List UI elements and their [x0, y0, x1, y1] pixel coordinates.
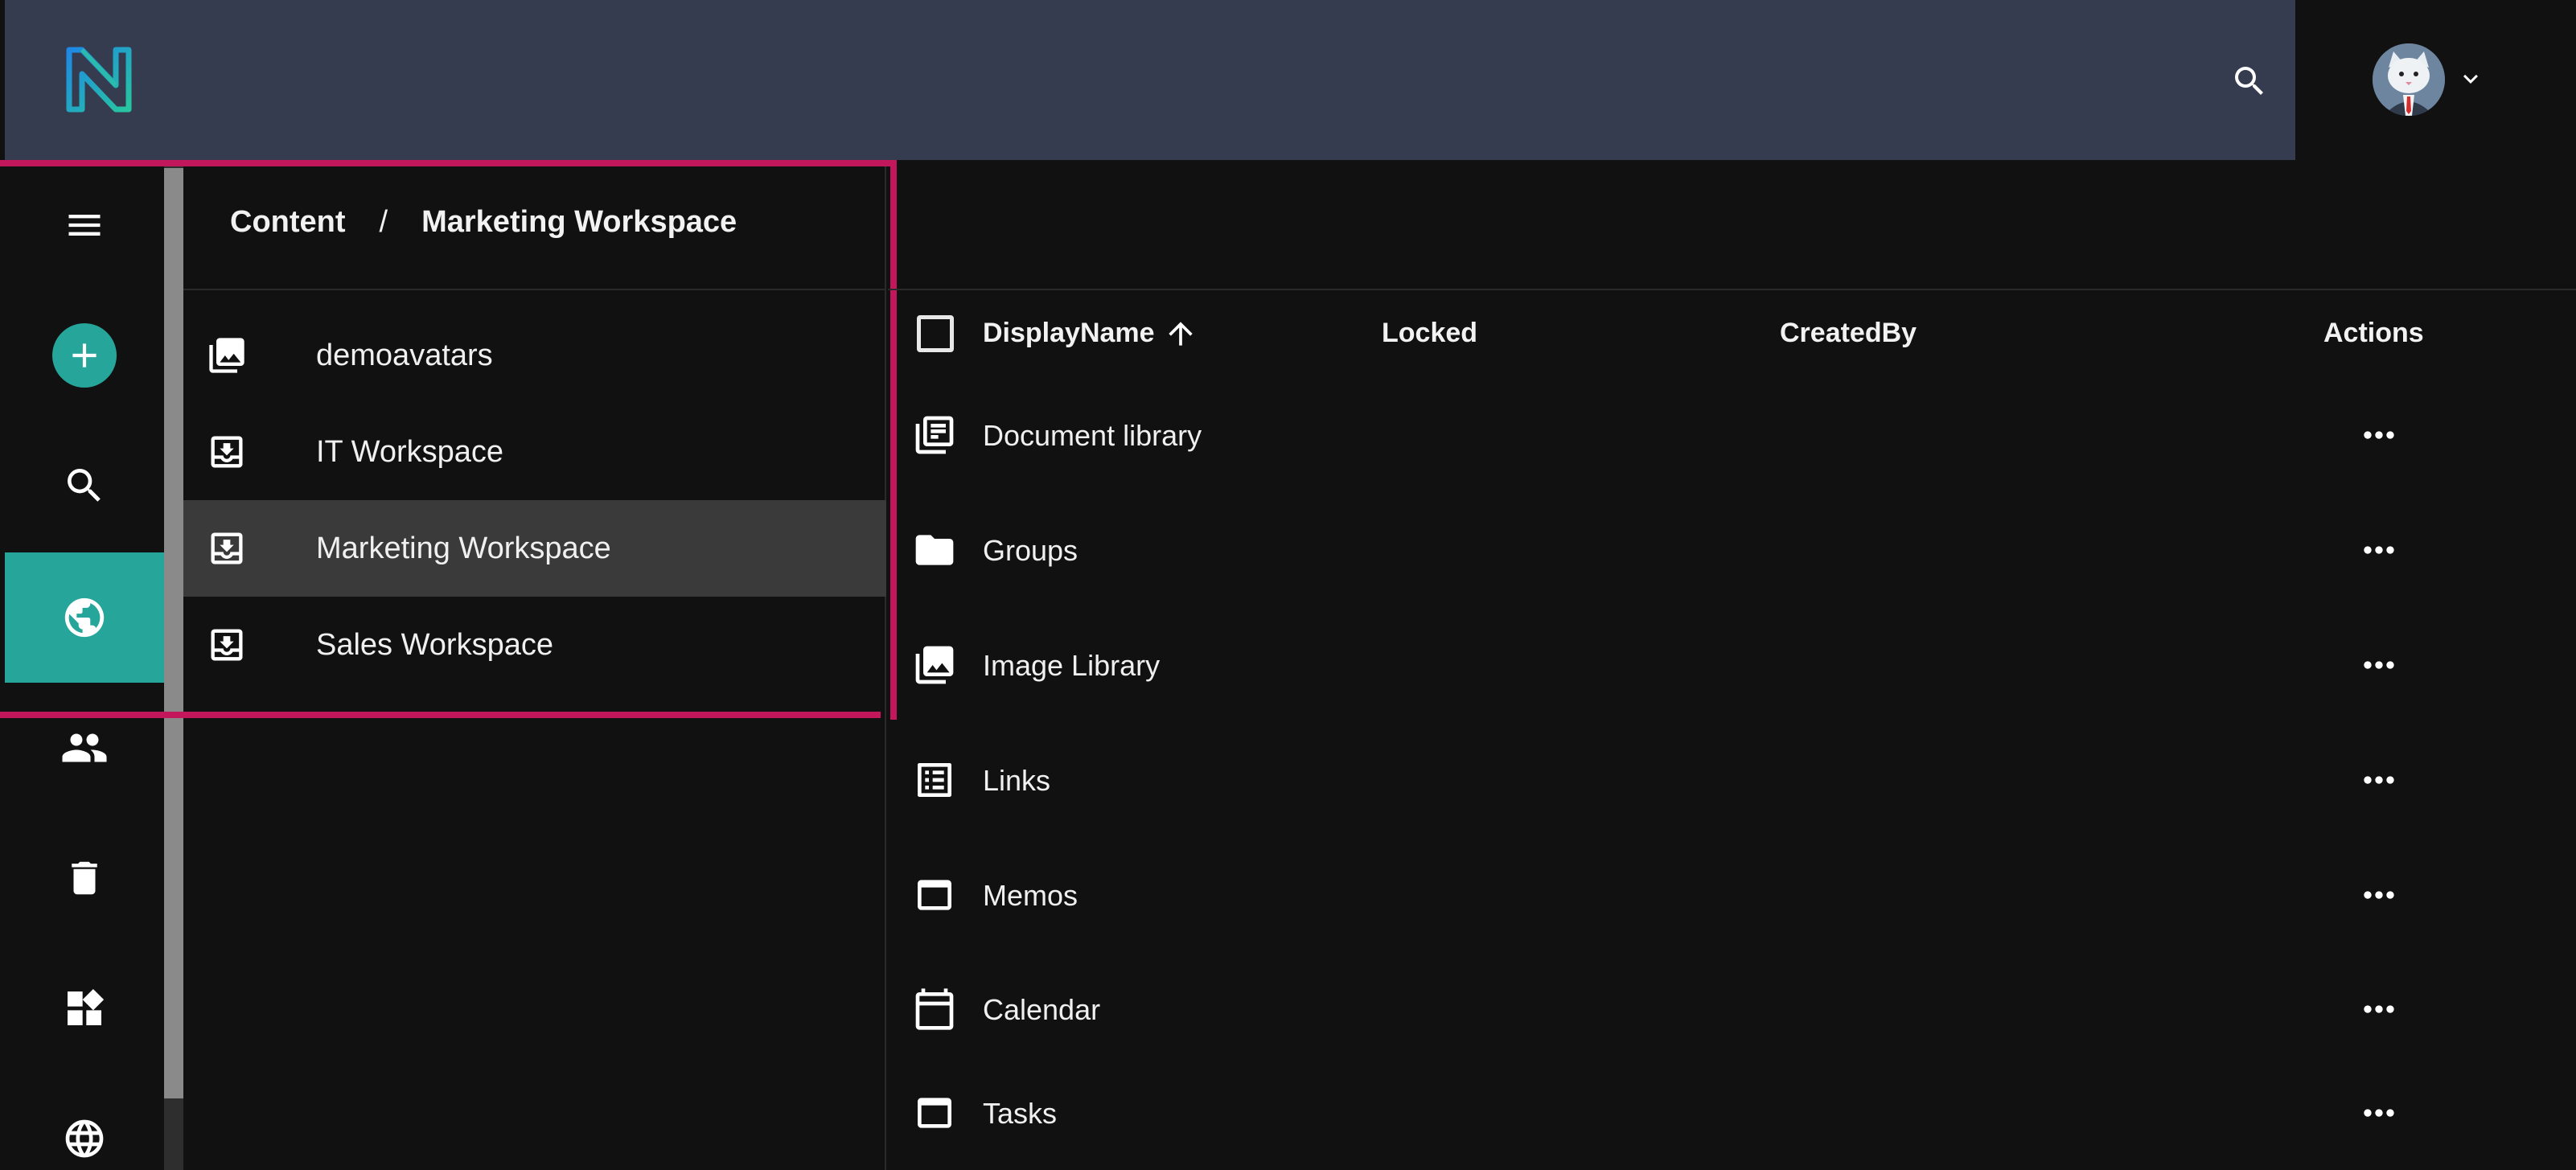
window-icon: [918, 1098, 951, 1128]
rail-apps-button[interactable]: [5, 943, 164, 1074]
chevron-down-icon[interactable]: [2456, 64, 2485, 93]
table-row[interactable]: Links: [888, 720, 2576, 835]
sn-logo-icon[interactable]: [63, 42, 135, 117]
tree-item-label: Marketing Workspace: [316, 531, 611, 565]
menu-button[interactable]: [5, 160, 164, 290]
select-all-checkbox[interactable]: [917, 315, 954, 352]
row-label: Memos: [983, 879, 1078, 912]
row-actions-button[interactable]: [2356, 528, 2401, 573]
rail-search-button[interactable]: [5, 421, 164, 551]
tree-item-label: Sales Workspace: [316, 627, 553, 662]
tree-item-sales-workspace[interactable]: Sales Workspace: [183, 597, 886, 693]
row-actions-button[interactable]: [2356, 757, 2401, 803]
search-icon: [2235, 67, 2263, 95]
divider: [183, 289, 886, 290]
more-horizontal-icon: [2364, 1005, 2394, 1013]
plus-icon: [72, 343, 97, 367]
more-horizontal-icon: [2364, 891, 2394, 899]
divider: [888, 289, 2576, 290]
document-library-icon: [915, 416, 954, 454]
app-root: Content / Marketing Workspace demoavatar…: [0, 0, 2576, 1170]
more-horizontal-icon: [2364, 546, 2394, 554]
table-row[interactable]: Groups: [888, 491, 2576, 605]
tree-item-label: IT Workspace: [316, 434, 504, 469]
row-label: Groups: [983, 534, 1078, 567]
breadcrumb-root[interactable]: Content: [230, 205, 346, 240]
header-search-button[interactable]: [2226, 58, 2273, 105]
row-actions-button[interactable]: [2356, 872, 2401, 918]
row-actions-button[interactable]: [2356, 642, 2401, 688]
row-label: Calendar: [983, 993, 1101, 1026]
breadcrumb: Content / Marketing Workspace: [230, 205, 737, 240]
content-tree-panel: Content / Marketing Workspace demoavatar…: [183, 160, 886, 1170]
column-header-displayname[interactable]: DisplayName: [983, 318, 1155, 349]
globe-icon: [64, 597, 105, 638]
table-row[interactable]: Tasks: [888, 1053, 2576, 1168]
more-horizontal-icon: [2364, 431, 2394, 439]
row-actions-button[interactable]: [2356, 1090, 2401, 1135]
tree-scrollbar-thumb[interactable]: [164, 168, 183, 1098]
rail-users-button[interactable]: [5, 683, 164, 813]
workspace-icon: [211, 629, 243, 661]
row-label: Tasks: [983, 1097, 1058, 1130]
row-label: Document library: [983, 419, 1202, 452]
rail-localization-button[interactable]: [5, 1074, 164, 1170]
content-list: DisplayName Locked CreatedBy Actions Doc…: [888, 160, 2576, 1170]
table-row[interactable]: Memos: [888, 835, 2576, 950]
breadcrumb-separator: /: [379, 205, 388, 239]
more-horizontal-icon: [2364, 776, 2394, 784]
cat-avatar-icon: [2373, 43, 2445, 116]
row-actions-button[interactable]: [2356, 413, 2401, 458]
sort-ascending-icon[interactable]: [1163, 316, 1198, 351]
table-row[interactable]: Document library: [888, 376, 2576, 490]
more-horizontal-icon: [2364, 1109, 2394, 1117]
row-actions-button[interactable]: [2356, 987, 2401, 1032]
tree-item-label: demoavatars: [316, 338, 493, 372]
widgets-icon: [68, 988, 105, 1025]
list-icon: [918, 763, 951, 797]
add-circle: [52, 323, 117, 388]
highlight-frame-top: [0, 160, 897, 166]
table-row[interactable]: Calendar: [888, 950, 2576, 1064]
tree-item-demoavatars[interactable]: demoavatars: [183, 307, 886, 404]
image-library-icon: [209, 338, 244, 373]
add-content-button[interactable]: [5, 290, 164, 421]
avatar[interactable]: [2373, 43, 2445, 116]
hamburger-icon: [68, 215, 101, 236]
search-icon: [68, 469, 101, 502]
people-icon: [62, 733, 107, 762]
tree-item-it-workspace[interactable]: IT Workspace: [183, 404, 886, 500]
breadcrumb-current[interactable]: Marketing Workspace: [421, 205, 737, 240]
row-label: Image Library: [983, 649, 1161, 682]
image-library-icon: [915, 646, 954, 684]
tree-item-marketing-workspace[interactable]: Marketing Workspace: [183, 500, 886, 597]
calendar-icon: [915, 988, 954, 1030]
row-label: Links: [983, 764, 1051, 797]
left-nav-rail: [5, 160, 164, 1170]
highlight-frame-bottom: [0, 712, 881, 718]
window-icon: [918, 880, 951, 910]
user-menu-area: [2295, 0, 2576, 160]
workspace-icon: [211, 436, 243, 468]
trash-icon: [72, 861, 97, 895]
language-icon: [65, 1119, 104, 1158]
rail-content-button[interactable]: [5, 552, 164, 683]
workspace-icon: [211, 532, 243, 564]
more-horizontal-icon: [2364, 661, 2394, 669]
rail-trash-button[interactable]: [5, 813, 164, 943]
table-row[interactable]: Image Library: [888, 606, 2576, 720]
column-header-actions: Actions: [2323, 318, 2424, 348]
column-header-locked[interactable]: Locked: [1382, 318, 1477, 349]
top-app-bar: [5, 0, 2295, 160]
folder-icon: [915, 535, 954, 565]
column-header-createdby[interactable]: CreatedBy: [1780, 318, 1917, 349]
